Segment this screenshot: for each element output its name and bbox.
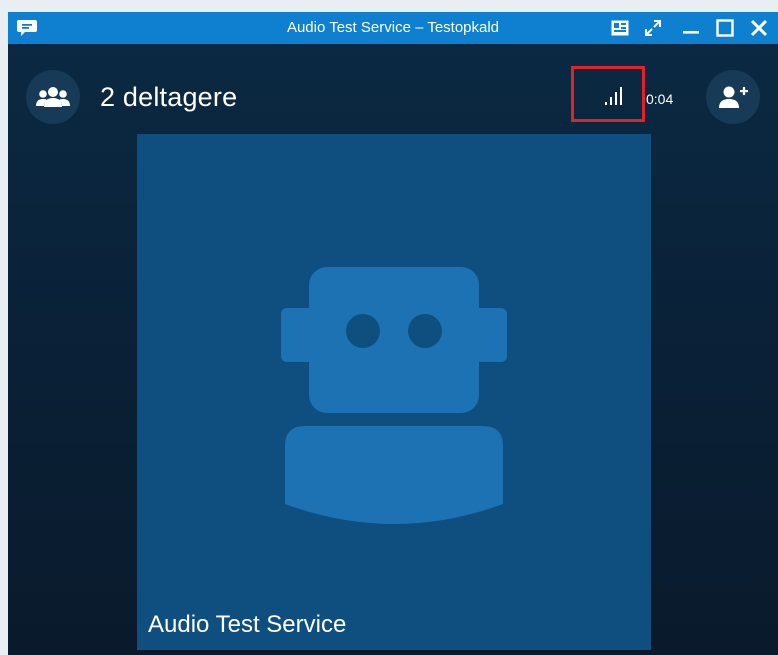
title-bar: Audio Test Service – Testopkald — [8, 12, 778, 44]
compact-view-icon — [611, 20, 629, 36]
minimize-button[interactable] — [678, 16, 704, 40]
participants-count[interactable]: 2 deltagere — [100, 82, 237, 113]
highlight-box — [571, 66, 645, 122]
participants-icon — [36, 87, 70, 107]
close-button[interactable] — [746, 16, 772, 40]
maximize-icon — [716, 19, 734, 37]
add-person-icon — [719, 86, 748, 108]
call-window: Audio Test Service – Testopkald 2 deltag… — [8, 12, 778, 655]
call-timer: 0:04 — [646, 91, 674, 107]
full-screen-button[interactable] — [640, 16, 666, 40]
bot-avatar-icon — [281, 267, 507, 524]
minimize-icon — [683, 31, 699, 34]
participant-name: Audio Test Service — [148, 611, 347, 638]
maximize-button[interactable] — [712, 16, 738, 40]
close-icon — [750, 19, 768, 37]
participant-video-tile[interactable]: Audio Test Service — [137, 134, 651, 650]
participants-button[interactable] — [26, 70, 80, 124]
full-screen-icon — [645, 20, 661, 36]
add-participant-button[interactable] — [706, 70, 760, 124]
compact-view-button[interactable] — [607, 16, 633, 40]
